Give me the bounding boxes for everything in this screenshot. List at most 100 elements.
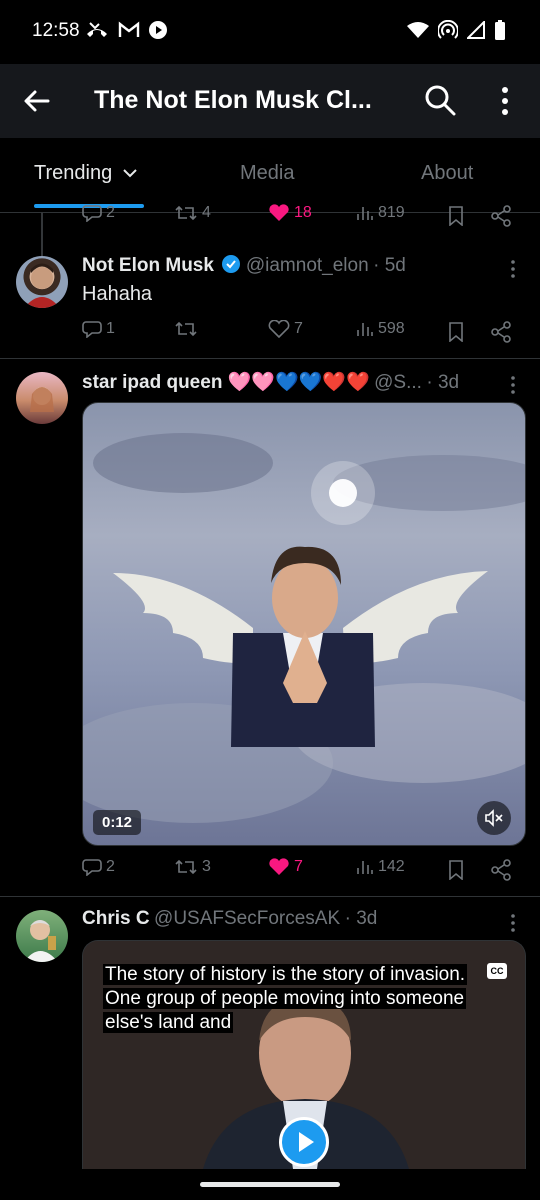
post-time: · 5d xyxy=(373,255,406,276)
status-time: 12:58 xyxy=(32,20,80,41)
repost-button[interactable]: 3 xyxy=(174,858,211,876)
reply-count: 2 xyxy=(106,204,115,221)
share-icon[interactable] xyxy=(490,859,512,881)
caption-text: The story of history is the story of inv… xyxy=(103,964,468,1033)
closed-captions-button[interactable]: CC xyxy=(487,963,507,979)
like-button[interactable]: 18 xyxy=(268,204,312,222)
views-icon xyxy=(357,207,373,220)
handle[interactable]: @iamnot_elon xyxy=(246,255,369,276)
status-bar: 12:58 xyxy=(0,0,540,64)
divider xyxy=(0,896,540,897)
gmail-icon xyxy=(118,21,140,37)
video-caption: The story of history is the story of inv… xyxy=(103,963,493,1035)
post-actions: 1 7 598 xyxy=(82,320,522,350)
avatar[interactable] xyxy=(16,910,68,962)
view-count: 598 xyxy=(378,320,405,337)
handle[interactable]: @S... xyxy=(374,372,422,393)
repost-count: 4 xyxy=(202,204,211,221)
gesture-home-bar[interactable] xyxy=(200,1182,340,1187)
display-name[interactable]: Chris C xyxy=(82,908,150,929)
views-button[interactable]: 819 xyxy=(356,204,405,222)
video-duration: 0:12 xyxy=(93,810,142,835)
like-count: 18 xyxy=(294,204,312,221)
repost-button[interactable] xyxy=(174,320,198,338)
avatar-image xyxy=(24,263,60,308)
hotspot-icon xyxy=(438,20,458,39)
repost-icon xyxy=(175,205,197,221)
wifi-icon xyxy=(407,22,429,38)
reply-count: 1 xyxy=(106,320,115,337)
tab-about[interactable]: About xyxy=(421,162,473,185)
bookmark-icon[interactable] xyxy=(448,322,464,342)
reply-count: 2 xyxy=(106,858,115,875)
status-right-icons xyxy=(407,20,506,40)
views-icon xyxy=(357,861,373,874)
display-name[interactable]: Not Elon Musk xyxy=(82,255,214,276)
reply-button[interactable]: 1 xyxy=(82,320,115,338)
post-time: · 3d xyxy=(426,372,460,393)
chevron-down-icon xyxy=(123,169,137,178)
reply-icon xyxy=(82,321,102,338)
search-icon[interactable] xyxy=(424,84,456,116)
play-circle-icon xyxy=(149,21,167,39)
like-button[interactable]: 7 xyxy=(268,858,303,876)
reply-button[interactable]: 2 xyxy=(82,204,115,222)
divider xyxy=(0,358,540,359)
repost-icon xyxy=(175,859,197,875)
heart-filled-icon xyxy=(269,858,289,875)
repost-button[interactable]: 4 xyxy=(174,204,211,222)
arrow-left-icon[interactable] xyxy=(22,86,52,116)
signal-icon xyxy=(467,21,485,39)
avatar-image xyxy=(30,387,54,412)
post-header: star ipad queen 🩷🩷💙💙❤️❤️ @S... · 3d xyxy=(82,370,459,394)
reply-icon xyxy=(82,859,102,876)
community-title: The Not Elon Musk Cl... xyxy=(94,86,372,114)
like-count: 7 xyxy=(294,858,303,875)
mute-button[interactable] xyxy=(477,801,511,835)
reply-button[interactable]: 2 xyxy=(82,858,115,876)
share-icon[interactable] xyxy=(490,205,512,227)
heart-filled-icon xyxy=(269,204,289,221)
views-icon xyxy=(357,323,373,336)
heart-outline-icon xyxy=(268,320,290,338)
play-icon xyxy=(299,1132,314,1152)
video-player[interactable]: The story of history is the story of inv… xyxy=(82,940,526,1169)
post-more-icon[interactable] xyxy=(506,912,520,934)
bookmark-icon[interactable] xyxy=(448,206,464,226)
views-button[interactable]: 142 xyxy=(356,858,405,876)
video-player[interactable]: 0:12 xyxy=(82,402,526,846)
post-more-icon[interactable] xyxy=(506,258,520,280)
view-count: 819 xyxy=(378,204,405,221)
repost-icon xyxy=(175,321,197,337)
post-header: Not Elon Musk @iamnot_elon · 5d xyxy=(82,254,406,277)
prev-post-actions: 2 4 18 819 xyxy=(82,204,522,234)
more-vertical-icon[interactable] xyxy=(496,86,514,116)
like-button[interactable]: 7 xyxy=(268,320,303,338)
verified-badge-icon xyxy=(222,255,241,273)
tab-media[interactable]: Media xyxy=(240,162,294,185)
repost-count: 3 xyxy=(202,858,211,875)
avatar[interactable] xyxy=(16,256,68,308)
missed-call-icon xyxy=(87,22,107,37)
views-button[interactable]: 598 xyxy=(356,320,405,338)
tab-bar: Trending Media About xyxy=(0,138,540,213)
video-frame-image xyxy=(83,433,525,823)
thread-line xyxy=(41,212,43,258)
post-time: · 3d xyxy=(344,908,378,929)
app-bar: The Not Elon Musk Cl... xyxy=(0,64,540,138)
avatar[interactable] xyxy=(16,372,68,424)
post-actions: 2 3 7 142 xyxy=(82,858,522,888)
display-name[interactable]: star ipad queen 🩷🩷💙💙❤️❤️ xyxy=(82,372,370,393)
bookmark-icon[interactable] xyxy=(448,860,464,880)
avatar-image xyxy=(24,920,58,962)
post-text: Hahaha xyxy=(82,283,153,305)
battery-icon xyxy=(495,20,505,40)
post-more-icon[interactable] xyxy=(506,374,520,396)
volume-muted-icon xyxy=(485,809,503,827)
reply-icon xyxy=(82,205,102,222)
handle[interactable]: @USAFSecForcesAK xyxy=(154,908,340,929)
like-count: 7 xyxy=(294,320,303,337)
play-button[interactable] xyxy=(279,1117,329,1167)
tab-trending[interactable]: Trending xyxy=(34,162,138,185)
share-icon[interactable] xyxy=(490,321,512,343)
